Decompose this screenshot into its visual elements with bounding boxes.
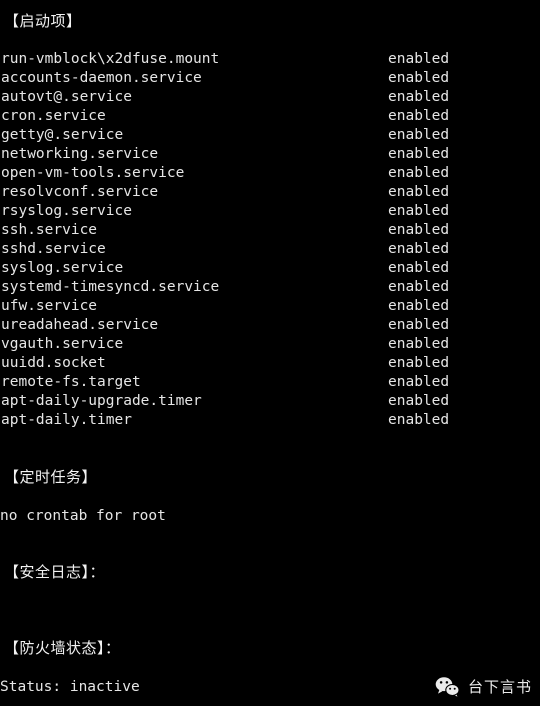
unit-state: enabled (388, 70, 450, 86)
unit-name: cron.service (1, 108, 106, 124)
unit-state: enabled (388, 89, 450, 105)
terminal-output-screen: 【启动项】 run-vmblock\x2dfuse.mount enabled … (0, 0, 540, 706)
unit-state: enabled (388, 317, 450, 333)
table-row: uuidd.socket enabled (0, 354, 540, 373)
unit-name: remote-fs.target (1, 374, 141, 390)
wechat-icon (435, 676, 461, 699)
unit-name: resolvconf.service (1, 184, 159, 200)
unit-state: enabled (388, 374, 450, 390)
unit-state: enabled (388, 336, 450, 352)
unit-name: ureadahead.service (1, 317, 159, 333)
unit-state: enabled (388, 51, 450, 67)
table-row: accounts-daemon.service enabled (0, 69, 540, 88)
unit-name: apt-daily.timer (1, 412, 132, 428)
unit-name: run-vmblock\x2dfuse.mount (1, 51, 220, 67)
unit-name: getty@.service (1, 127, 124, 143)
table-row: apt-daily.timer enabled (0, 411, 540, 430)
table-row: apt-daily-upgrade.timer enabled (0, 392, 540, 411)
unit-state: enabled (388, 184, 450, 200)
table-row: sshd.service enabled (0, 240, 540, 259)
unit-name: accounts-daemon.service (1, 70, 202, 86)
unit-state: enabled (388, 393, 450, 409)
unit-state: enabled (388, 355, 450, 371)
section-header-security-log: 【安全日志】： (4, 563, 106, 581)
unit-state: enabled (388, 260, 450, 276)
table-row: networking.service enabled (0, 145, 540, 164)
table-row: autovt@.service enabled (0, 88, 540, 107)
unit-state: enabled (388, 241, 450, 257)
section-header-firewall: 【防火墙状态】： (4, 639, 121, 657)
table-row: syslog.service enabled (0, 259, 540, 278)
table-row: getty@.service enabled (0, 126, 540, 145)
table-row: open-vm-tools.service enabled (0, 164, 540, 183)
table-row: rsyslog.service enabled (0, 202, 540, 221)
unit-name: autovt@.service (1, 89, 132, 105)
section-header-cron: 【定时任务】 (4, 468, 98, 486)
unit-name: open-vm-tools.service (1, 165, 185, 181)
table-row: ssh.service enabled (0, 221, 540, 240)
unit-state: enabled (388, 127, 450, 143)
cron-output-text: no crontab for root (0, 508, 166, 524)
unit-state: enabled (388, 108, 450, 124)
startup-unit-list: run-vmblock\x2dfuse.mount enabled accoun… (0, 50, 540, 430)
unit-name: syslog.service (1, 260, 124, 276)
unit-name: ufw.service (1, 298, 98, 314)
unit-name: rsyslog.service (1, 203, 132, 219)
unit-state: enabled (388, 298, 450, 314)
unit-name: sshd.service (1, 241, 106, 257)
watermark-label: 台下言书 (467, 677, 532, 696)
firewall-status-text: Status: inactive (0, 679, 140, 695)
unit-state: enabled (388, 279, 450, 295)
watermark: 台下言书 (435, 676, 532, 699)
table-row: run-vmblock\x2dfuse.mount enabled (0, 50, 540, 69)
unit-name: vgauth.service (1, 336, 124, 352)
unit-state: enabled (388, 222, 450, 238)
unit-name: apt-daily-upgrade.timer (1, 393, 202, 409)
unit-state: enabled (388, 412, 450, 428)
table-row: ufw.service enabled (0, 297, 540, 316)
table-row: vgauth.service enabled (0, 335, 540, 354)
unit-name: ssh.service (1, 222, 98, 238)
unit-name: uuidd.socket (1, 355, 106, 371)
section-header-startup: 【启动项】 (4, 12, 82, 30)
unit-name: systemd-timesyncd.service (1, 279, 220, 295)
unit-state: enabled (388, 146, 450, 162)
table-row: systemd-timesyncd.service enabled (0, 278, 540, 297)
table-row: cron.service enabled (0, 107, 540, 126)
table-row: remote-fs.target enabled (0, 373, 540, 392)
unit-name: networking.service (1, 146, 159, 162)
unit-state: enabled (388, 203, 450, 219)
table-row: resolvconf.service enabled (0, 183, 540, 202)
table-row: ureadahead.service enabled (0, 316, 540, 335)
unit-state: enabled (388, 165, 450, 181)
